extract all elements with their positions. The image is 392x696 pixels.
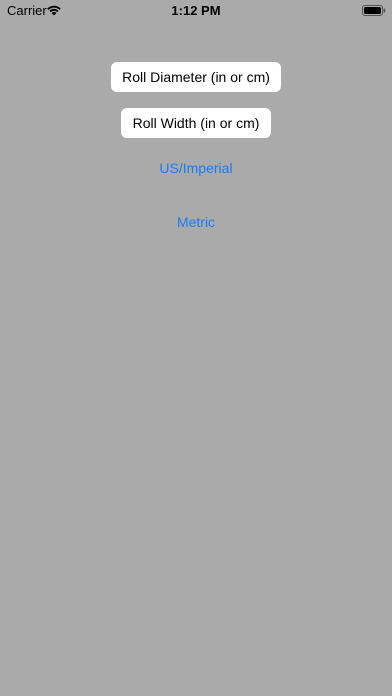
us-imperial-button[interactable]: US/Imperial — [0, 160, 392, 176]
roll-diameter-button[interactable]: Roll Diameter (in or cm) — [111, 62, 281, 92]
roll-width-button[interactable]: Roll Width (in or cm) — [121, 108, 271, 138]
battery-icon — [362, 5, 386, 16]
status-bar: Carrier 1:12 PM — [0, 0, 392, 22]
status-time: 1:12 PM — [171, 3, 221, 18]
metric-button[interactable]: Metric — [0, 214, 392, 230]
